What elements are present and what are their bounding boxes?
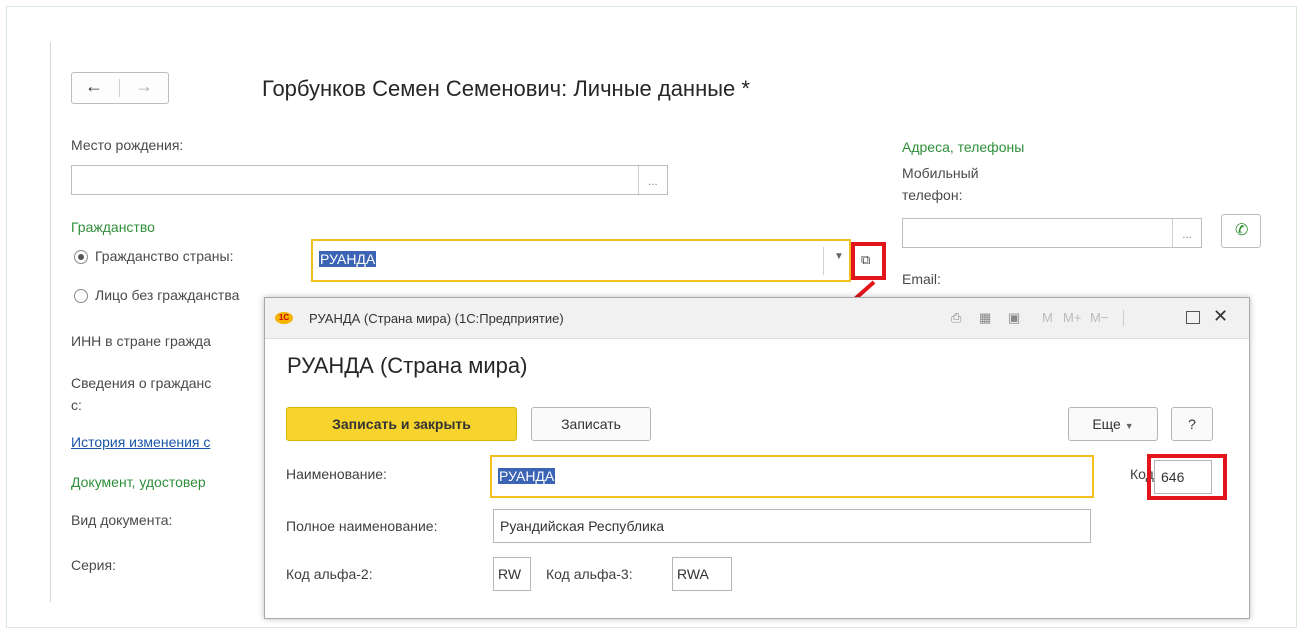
nav-separator [119, 79, 120, 97]
birthplace-input[interactable]: ... [71, 165, 668, 195]
inn-label: ИНН в стране гражда [71, 333, 211, 349]
popup-titlebar: 1С РУАНДА (Страна мира) (1С:Предприятие)… [265, 298, 1249, 339]
call-button[interactable]: ✆ [1221, 214, 1261, 248]
chevron-down-icon[interactable]: ▼ [834, 251, 844, 262]
country-value: РУАНДА [319, 251, 377, 267]
alpha3-label: Код альфа-3: [546, 566, 633, 582]
popup-titlebar-text: РУАНДА (Страна мира) (1С:Предприятие) [309, 311, 564, 326]
more-button[interactable]: Еще ▼ [1068, 407, 1158, 441]
country-popup-window: 1С РУАНДА (Страна мира) (1С:Предприятие)… [264, 297, 1250, 619]
alpha3-input[interactable]: RWA [672, 557, 732, 591]
mobile-phone-input[interactable]: ... [902, 218, 1202, 248]
alpha2-label: Код альфа-2: [286, 566, 373, 582]
radio-citizenship-country-label: Гражданство страны: [95, 248, 234, 264]
fullname-input[interactable]: Руандийская Республика [493, 509, 1091, 543]
code-highlight-box [1147, 454, 1227, 500]
country-input[interactable]: РУАНДА ▼ [311, 239, 851, 282]
print-icon[interactable]: ⎙ [951, 310, 961, 326]
contacts-heading: Адреса, телефоны [902, 139, 1025, 155]
name-input[interactable]: РУАНДА [490, 455, 1094, 498]
titlebar-separator [1123, 310, 1124, 326]
calendar-icon[interactable]: ▣ [1008, 310, 1020, 326]
open-form-icon[interactable]: ⧉ [861, 252, 870, 268]
forward-arrow-icon[interactable]: → [135, 76, 153, 97]
history-link[interactable]: История изменения с [71, 434, 210, 450]
memory-m-button[interactable]: M [1042, 310, 1053, 325]
popup-heading: РУАНДА (Страна мира) [287, 353, 528, 378]
document-type-label: Вид документа: [71, 512, 173, 528]
close-icon[interactable]: ✕ [1213, 306, 1228, 327]
mobile-label: Мобильный [902, 165, 979, 181]
citizenship-heading: Гражданство [71, 219, 155, 235]
more-button-label: Еще [1092, 416, 1121, 432]
navigation-buttons: ← → [71, 72, 169, 104]
mobile-phone-select-button[interactable]: ... [1172, 219, 1201, 247]
document-heading: Документ, удостовер [71, 474, 206, 490]
back-arrow-icon[interactable]: ← [85, 76, 103, 97]
citizenship-info-label: Сведения о гражданс [71, 375, 212, 391]
phone-icon: ✆ [1235, 222, 1249, 239]
maximize-icon[interactable] [1186, 311, 1200, 324]
calculator-icon[interactable]: ▦ [979, 310, 991, 326]
radio-stateless[interactable] [74, 289, 88, 303]
help-button[interactable]: ? [1171, 407, 1213, 441]
fullname-label: Полное наименование: [286, 518, 438, 534]
name-label: Наименование: [286, 466, 387, 482]
chevron-down-icon: ▼ [1124, 421, 1134, 431]
app-logo-icon: 1С [275, 312, 293, 324]
birthplace-select-button[interactable]: ... [638, 166, 667, 194]
birthplace-label: Место рождения: [71, 137, 184, 153]
radio-citizenship-country[interactable] [74, 250, 88, 264]
page-title: Горбунков Семен Семенович: Личные данные… [262, 76, 750, 101]
email-label: Email: [902, 271, 941, 287]
save-and-close-button[interactable]: Записать и закрыть [286, 407, 517, 441]
left-divider [50, 42, 51, 602]
name-value: РУАНДА [498, 468, 556, 484]
memory-plus-button[interactable]: M+ [1063, 310, 1081, 325]
series-label: Серия: [71, 557, 116, 573]
mobile-label-cont: телефон: [902, 187, 963, 203]
alpha2-input[interactable]: RW [493, 557, 531, 591]
memory-minus-button[interactable]: M− [1090, 310, 1108, 325]
citizenship-info-label-cont: с: [71, 397, 82, 413]
radio-stateless-label: Лицо без гражданства [95, 287, 240, 303]
save-button[interactable]: Записать [531, 407, 651, 441]
